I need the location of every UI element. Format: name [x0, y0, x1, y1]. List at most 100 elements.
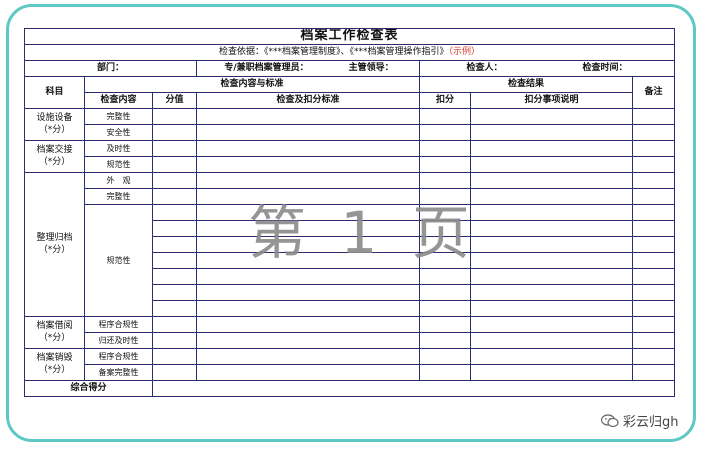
cell	[631, 300, 676, 317]
cell	[152, 332, 197, 349]
cell	[152, 188, 197, 205]
cell	[419, 236, 471, 253]
cell	[470, 140, 633, 157]
example-note: （示例）	[448, 47, 481, 58]
cell	[470, 348, 633, 365]
basis-label: 检查依据：《***档案管理制度》、《***档案管理操作指引》	[219, 47, 449, 58]
cell	[631, 108, 676, 125]
cell	[419, 348, 471, 365]
cell	[196, 188, 420, 205]
item-facility-safety: 安全性	[84, 124, 153, 141]
cell	[152, 284, 197, 301]
chat-bubble-icon	[601, 413, 619, 427]
total-score-label: 综合得分	[24, 380, 153, 397]
cell	[152, 252, 197, 269]
inspector-field: 检查人：	[466, 63, 503, 74]
cell	[152, 236, 197, 253]
cell	[196, 220, 420, 237]
cell	[196, 108, 420, 125]
total-score-value	[151, 380, 676, 397]
cell	[419, 172, 471, 189]
cell	[196, 204, 420, 221]
cell	[631, 348, 676, 365]
cell	[470, 220, 633, 237]
item-destroy-record: 备案完整性	[84, 364, 153, 381]
cell	[470, 252, 633, 269]
manager-field: 专/兼职档案管理员：	[224, 63, 309, 74]
cell	[152, 220, 197, 237]
department-field: 部门：	[24, 60, 197, 77]
cell	[152, 204, 197, 221]
item-handover-timeliness: 及时性	[84, 140, 153, 157]
cell	[419, 364, 471, 381]
cell	[631, 124, 676, 141]
item-handover-standard: 规范性	[84, 156, 153, 173]
item-destroy-procedure: 程序合规性	[84, 348, 153, 365]
header-score: 分值	[152, 92, 197, 109]
cell	[196, 348, 420, 365]
inspection-basis: 检查依据：《***档案管理制度》、《***档案管理操作指引》（示例）	[23, 44, 676, 61]
cell	[419, 332, 471, 349]
cell	[631, 364, 676, 381]
cell	[196, 300, 420, 317]
category-archive: 整理归档 （*分）	[24, 172, 85, 317]
category-handover: 档案交接 （*分）	[24, 140, 85, 173]
cell	[631, 332, 676, 349]
cell	[152, 172, 197, 189]
cell	[631, 316, 676, 333]
cell	[419, 284, 471, 301]
logo-text: 彩云归gh	[623, 415, 679, 430]
cell	[196, 284, 420, 301]
account-logo: 彩云归gh	[598, 410, 682, 431]
header-remark: 备注	[631, 76, 676, 109]
cell	[152, 348, 197, 365]
cell	[470, 332, 633, 349]
cell	[470, 284, 633, 301]
cell	[631, 188, 676, 205]
cell	[631, 220, 676, 237]
cell	[470, 156, 633, 173]
cell	[419, 156, 471, 173]
item-facility-completeness: 完整性	[84, 108, 153, 125]
item-borrow-return: 归还及时性	[84, 332, 153, 349]
leader-field: 主管领导：	[348, 63, 394, 74]
cell	[196, 124, 420, 141]
cell	[196, 364, 420, 381]
cell	[470, 124, 633, 141]
cell	[196, 140, 420, 157]
cell	[196, 316, 420, 333]
cell	[631, 252, 676, 269]
cell	[470, 188, 633, 205]
header-content-standard: 检查内容与标准	[84, 76, 420, 93]
category-borrow: 档案借阅 （*分）	[24, 316, 85, 349]
category-facility: 设施设备 （*分）	[24, 108, 85, 141]
cell	[470, 108, 633, 125]
cell	[152, 156, 197, 173]
cell	[419, 124, 471, 141]
cell	[419, 204, 471, 221]
category-destroy: 档案销毁 （*分）	[24, 348, 85, 381]
table-title: 档案工作检查表	[23, 28, 676, 45]
cell	[419, 300, 471, 317]
item-archive-appearance: 外 观	[84, 172, 153, 189]
header-result: 检查结果	[419, 76, 633, 93]
cell	[196, 156, 420, 173]
header-subject: 科目	[24, 76, 85, 109]
header-content: 检查内容	[84, 92, 153, 109]
inspection-table: 档案工作检查表 检查依据：《***档案管理制度》、《***档案管理操作指引》（示…	[23, 28, 676, 397]
cell	[419, 188, 471, 205]
time-field: 检查时间：	[582, 63, 628, 74]
cell	[631, 172, 676, 189]
cell	[631, 236, 676, 253]
cell	[631, 140, 676, 157]
cell	[419, 268, 471, 285]
cell	[470, 236, 633, 253]
cell	[419, 252, 471, 269]
cell	[152, 124, 197, 141]
item-archive-completeness: 完整性	[84, 188, 153, 205]
cell	[196, 172, 420, 189]
cell	[152, 316, 197, 333]
cell	[152, 140, 197, 157]
cell	[196, 268, 420, 285]
cell	[470, 172, 633, 189]
